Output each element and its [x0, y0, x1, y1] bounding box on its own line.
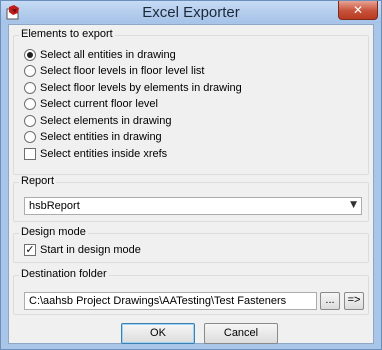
option-label: Select entities in drawing — [40, 131, 162, 143]
report-dropdown-value: hsbReport — [29, 200, 80, 212]
design-mode-checkbox[interactable]: ✓ — [24, 244, 36, 256]
chevron-down-icon[interactable]: ▼ — [350, 200, 357, 210]
design-mode-checkbox-row[interactable]: ✓ Start in design mode — [24, 243, 141, 257]
option-floor-levels-by-elements[interactable]: Select floor levels by elements in drawi… — [24, 81, 242, 95]
option-label: Select floor levels in floor level list — [40, 65, 205, 77]
open-folder-button[interactable]: => — [344, 292, 364, 310]
option-label: Select floor levels by elements in drawi… — [40, 82, 242, 94]
radio-button[interactable] — [24, 82, 36, 94]
option-label: Select all entities in drawing — [40, 49, 176, 61]
ok-button[interactable]: OK — [121, 323, 195, 344]
destination-folder-label: Destination folder — [19, 268, 109, 280]
radio-button-selected[interactable] — [24, 49, 36, 61]
xrefs-checkbox[interactable] — [24, 148, 36, 160]
destination-path-value: C:\aahsb Project Drawings\AATesting\Test… — [29, 295, 287, 307]
option-label: Select current floor level — [40, 98, 158, 110]
design-mode-label: Design mode — [19, 226, 88, 238]
radio-button[interactable] — [24, 131, 36, 143]
report-label: Report — [19, 175, 57, 187]
report-dropdown[interactable]: hsbReport ▼ — [24, 197, 362, 215]
elements-to-export-group: Elements to export Select all entities i… — [13, 28, 369, 175]
elements-to-export-label: Elements to export — [19, 28, 115, 40]
option-entities-in-drawing[interactable]: Select entities in drawing — [24, 130, 162, 144]
option-current-floor-level[interactable]: Select current floor level — [24, 97, 158, 111]
browse-button[interactable]: ... — [320, 292, 340, 310]
destination-path-field[interactable]: C:\aahsb Project Drawings\AATesting\Test… — [24, 292, 317, 310]
option-all-entities[interactable]: Select all entities in drawing — [24, 48, 176, 62]
radio-button[interactable] — [24, 65, 36, 77]
window-title: Excel Exporter — [142, 4, 240, 21]
radio-button[interactable] — [24, 98, 36, 110]
dialog-body: Elements to export Select all entities i… — [8, 24, 374, 344]
excel-exporter-window: Excel Exporter ✕ Elements to export Sele… — [0, 0, 382, 350]
option-label: Select elements in drawing — [40, 115, 172, 127]
report-group: Report hsbReport ▼ — [13, 175, 369, 222]
option-floor-levels-list[interactable]: Select floor levels in floor level list — [24, 64, 204, 78]
design-mode-group: Design mode ✓ Start in design mode — [13, 226, 369, 263]
design-mode-checkbox-label: Start in design mode — [40, 244, 141, 256]
close-button[interactable]: ✕ — [338, 1, 378, 20]
radio-button[interactable] — [24, 115, 36, 127]
cancel-button[interactable]: Cancel — [204, 323, 278, 344]
destination-folder-group: Destination folder C:\aahsb Project Draw… — [13, 268, 369, 315]
xrefs-checkbox-row[interactable]: Select entities inside xrefs — [24, 147, 167, 161]
option-elements-in-drawing[interactable]: Select elements in drawing — [24, 114, 171, 128]
xrefs-checkbox-label: Select entities inside xrefs — [40, 148, 168, 160]
title-bar[interactable]: Excel Exporter ✕ — [1, 1, 381, 23]
